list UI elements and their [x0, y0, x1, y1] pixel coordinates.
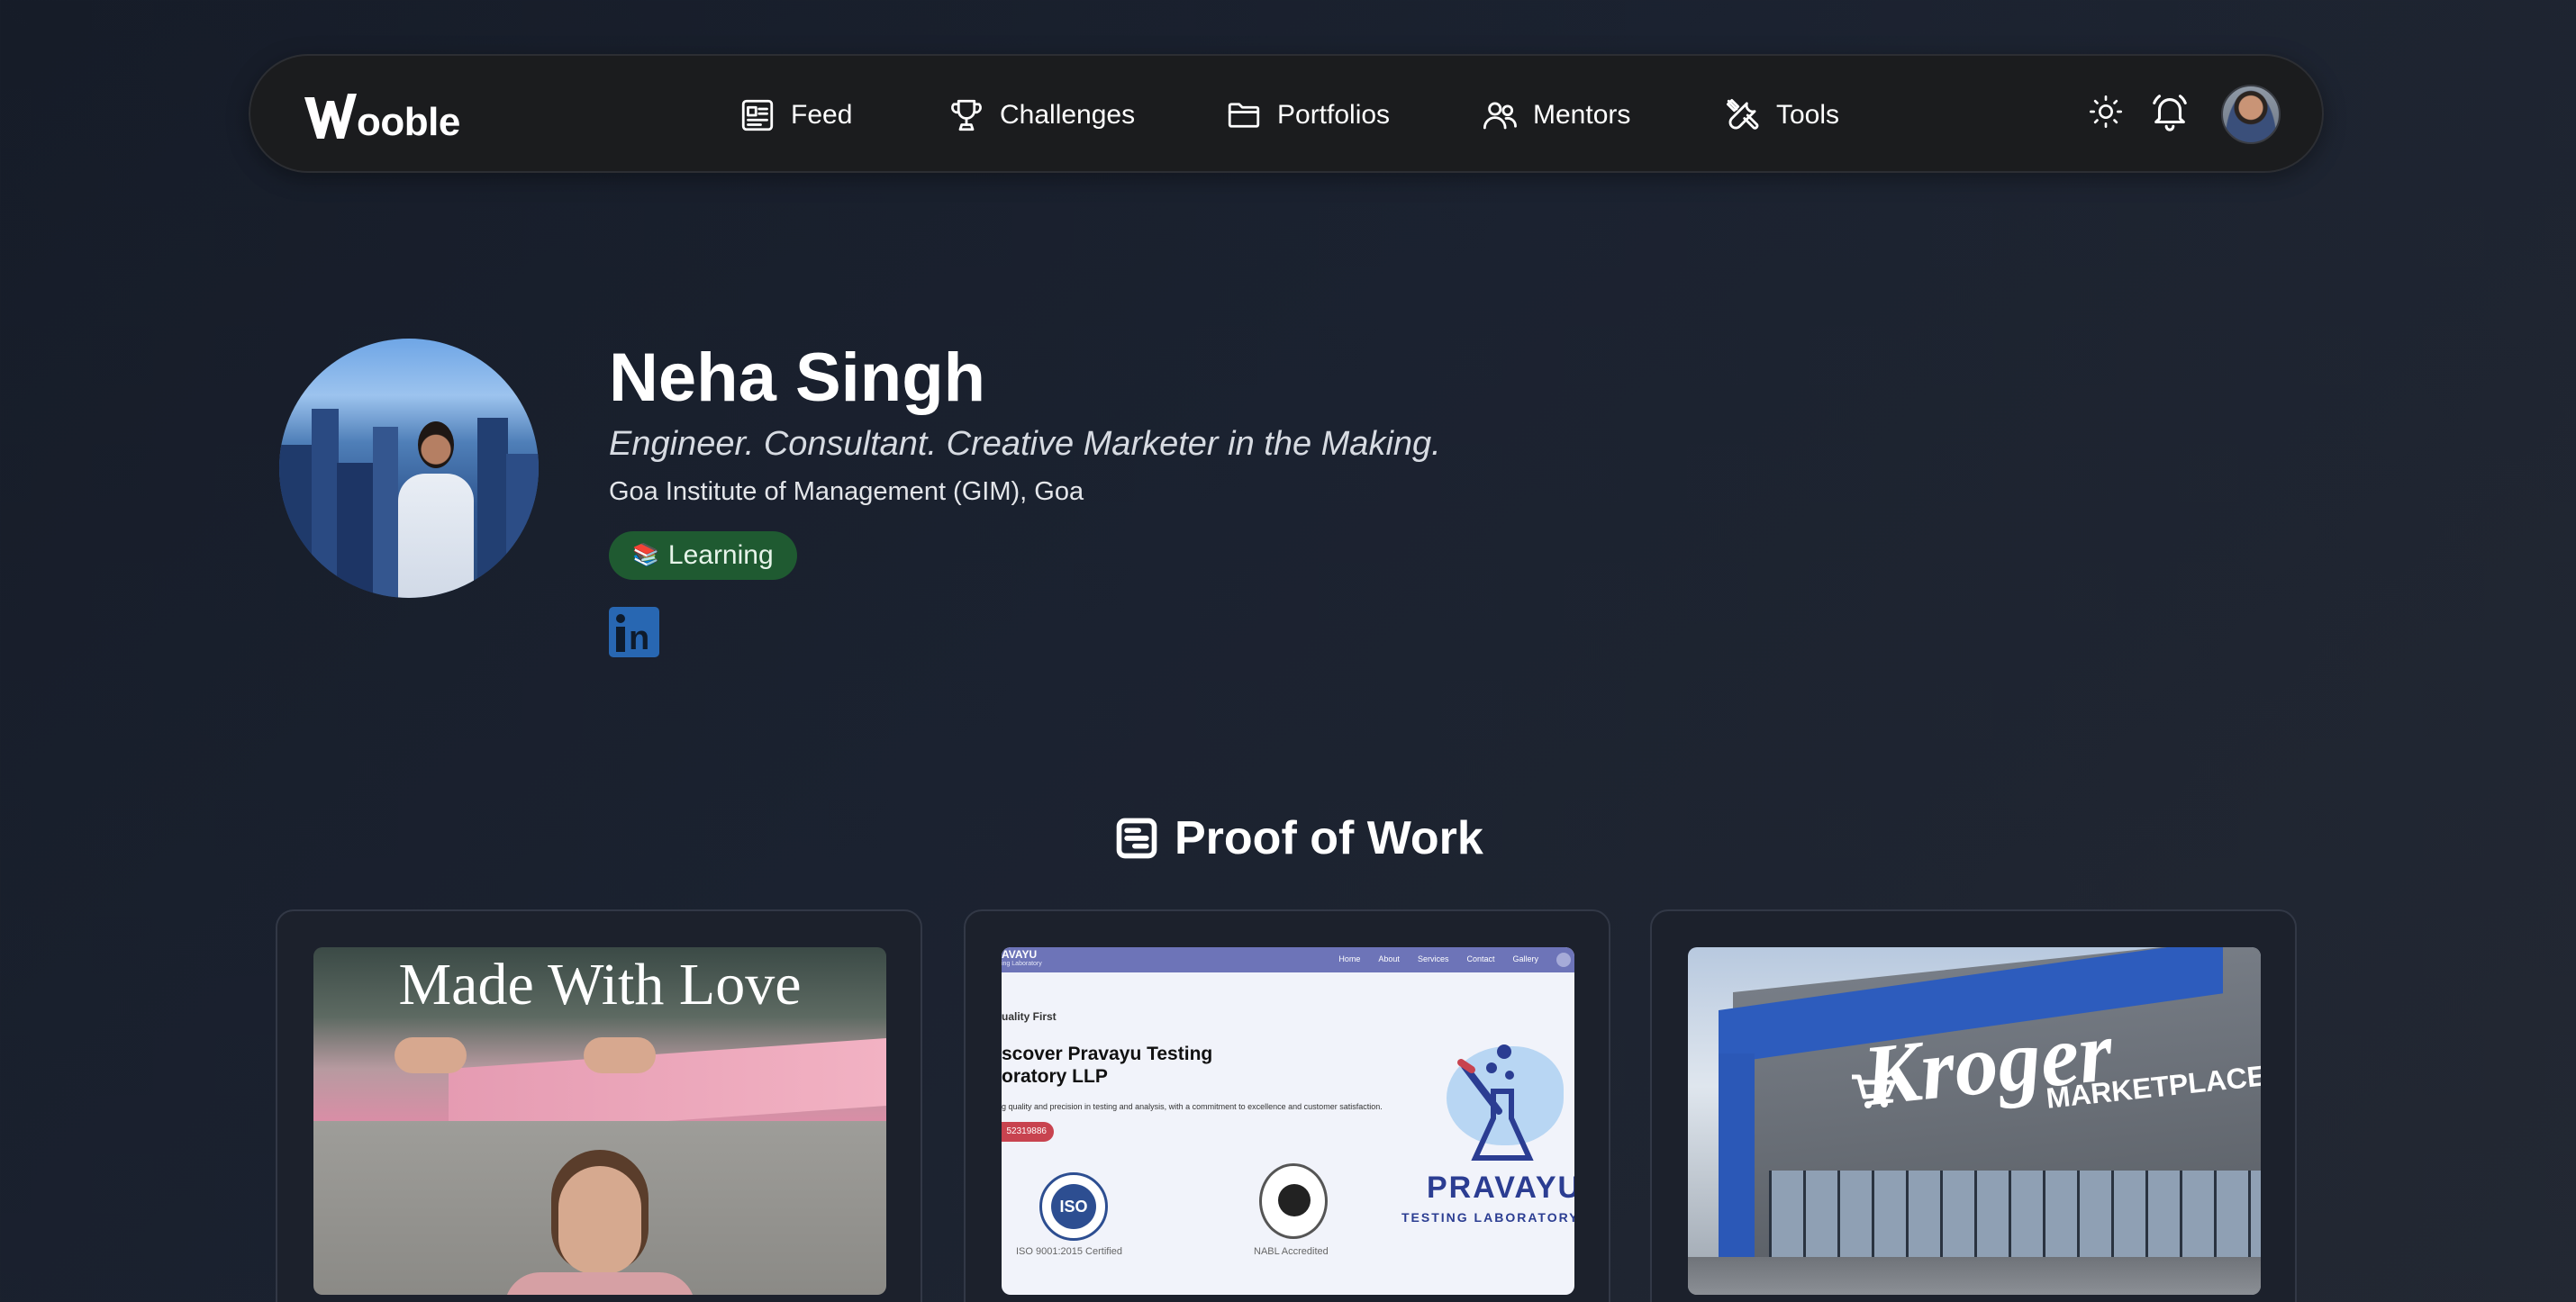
nav-item-label: Tools: [1776, 100, 1840, 130]
thumbnail-big-brand: PRAVAYU: [1427, 1171, 1574, 1205]
nabl-seal: [1259, 1163, 1328, 1239]
profile-institute: Goa Institute of Management (GIM), Goa: [609, 477, 1084, 506]
sun-icon: [2090, 95, 2122, 129]
nav-item-label: Challenges: [1000, 100, 1136, 130]
bell-icon: [2153, 95, 2187, 131]
nav-item-feed[interactable]: Feed: [739, 92, 852, 139]
nav-item-label: Feed: [791, 100, 853, 130]
iso-seal: ISO: [1039, 1172, 1108, 1241]
thumbnail-paragraph: g quality and precision in testing and a…: [1002, 1102, 1383, 1111]
thumbnail-nav-links: Home About Services Contact Gallery: [1338, 954, 1538, 963]
thumbnail-brand: AVAYU: [1002, 948, 1038, 961]
portfolio-thumbnail: Kroger MARKETPLACE: [1688, 947, 2261, 1295]
portfolio-thumbnail: Made With Love: [313, 947, 886, 1295]
nav-item-label: Portfolios: [1277, 100, 1391, 130]
document-list-icon: [1116, 818, 1157, 859]
nabl-label: NABL Accredited: [1254, 1246, 1329, 1257]
notifications-button[interactable]: [2149, 90, 2191, 138]
portfolio-card-3[interactable]: Kroger MARKETPLACE: [1650, 909, 2297, 1302]
nav-item-label: Mentors: [1533, 100, 1631, 130]
portfolio-card-1[interactable]: Made With Love: [276, 909, 922, 1302]
iso-label: ISO 9001:2015 Certified: [1016, 1246, 1123, 1257]
portfolio-thumbnail: AVAYU ing Laboratory Home About Services…: [1002, 947, 1574, 1295]
wooble-logo[interactable]: ooble: [303, 88, 460, 142]
nav-item-portfolios[interactable]: Portfolios: [1225, 92, 1390, 139]
newspaper-icon: [741, 99, 774, 131]
status-badge: 📚 Learning: [609, 531, 797, 580]
tools-icon: [1726, 98, 1759, 130]
top-navbar: ooble Feed Challenges Portfolios Mentors…: [249, 54, 2324, 173]
logo-w-mark: [304, 94, 357, 139]
logo-text: ooble: [357, 100, 460, 144]
thumbnail-phone: 52319886: [1002, 1122, 1054, 1142]
users-icon: [1483, 102, 1517, 130]
status-badge-label: Learning: [667, 540, 774, 570]
thumbnail-headline: Made With Love: [398, 952, 802, 1017]
linkedin-icon[interactable]: n: [609, 607, 659, 657]
thumbnail-quality: uality First: [1002, 1010, 1057, 1023]
thumbnail-heading: scover Pravayu Testing oratory LLP: [1002, 1044, 1213, 1087]
nav-item-challenges[interactable]: Challenges: [948, 92, 1135, 139]
profile-photo: [279, 339, 539, 598]
flask-icon: [1457, 1044, 1534, 1161]
section-title-text: Proof of Work: [1175, 812, 1483, 864]
thumbnail-big-brand-sub: TESTING LABORATORY L: [1401, 1210, 1574, 1225]
nav-item-tools[interactable]: Tools: [1724, 92, 1839, 139]
trophy-icon: [951, 99, 982, 131]
nav-item-mentors[interactable]: Mentors: [1481, 92, 1630, 139]
folder-icon: [1228, 103, 1260, 128]
books-icon: 📚: [632, 543, 659, 567]
section-title: Proof of Work: [1113, 807, 1483, 870]
user-avatar[interactable]: [2221, 85, 2281, 144]
portfolio-card-2[interactable]: AVAYU ing Laboratory Home About Services…: [964, 909, 1610, 1302]
theme-toggle-button[interactable]: [2088, 94, 2124, 134]
profile-name: Neha Singh: [609, 339, 986, 416]
thumbnail-brand-sub: ing Laboratory: [1002, 961, 1042, 967]
profile-tagline: Engineer. Consultant. Creative Marketer …: [609, 425, 1441, 463]
